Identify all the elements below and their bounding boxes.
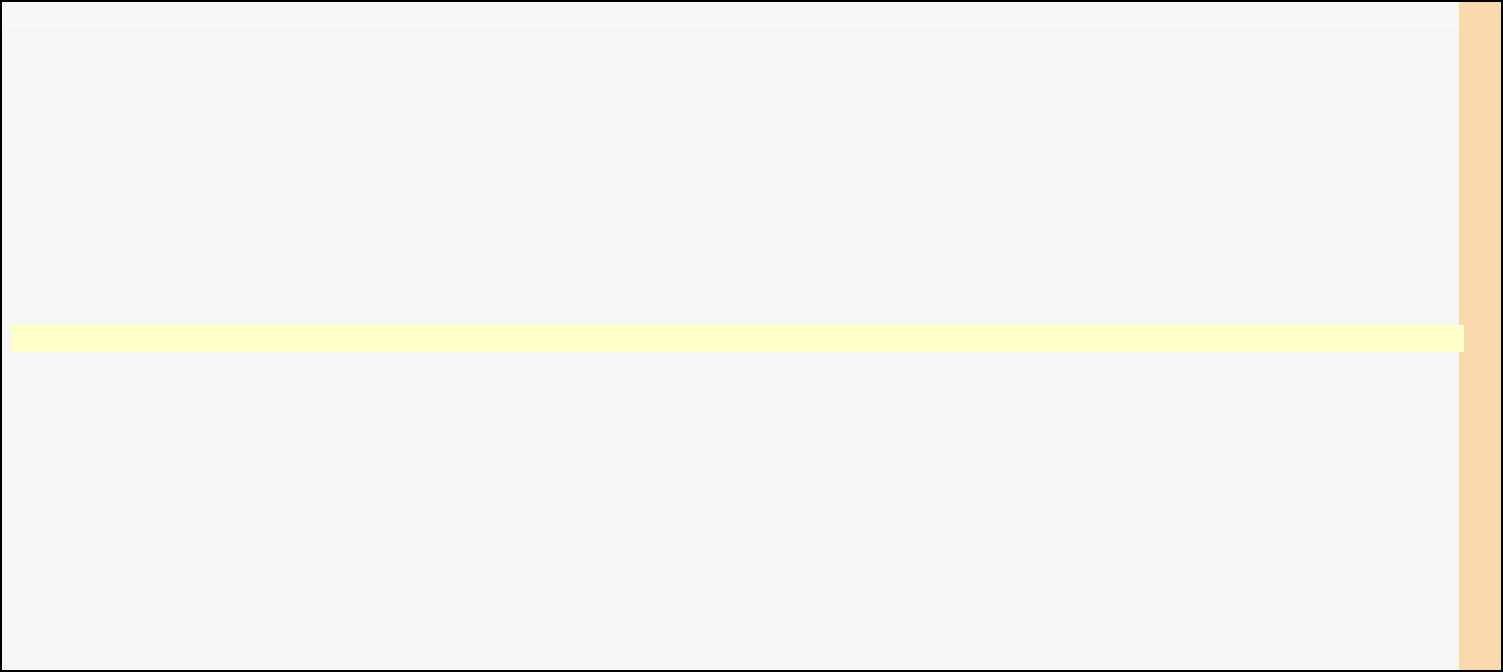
time-axis-strip bbox=[11, 325, 1464, 352]
app-window bbox=[0, 0, 1503, 672]
title-bar bbox=[2, 2, 1458, 28]
frequency-scale-strip bbox=[1459, 2, 1501, 670]
spectrogram-rcp-canvas bbox=[20, 28, 1460, 325]
polarization-label-rcp bbox=[0, 28, 19, 325]
polarization-label-lcp bbox=[0, 352, 19, 652]
spectrogram-lcp-canvas bbox=[20, 352, 1460, 652]
